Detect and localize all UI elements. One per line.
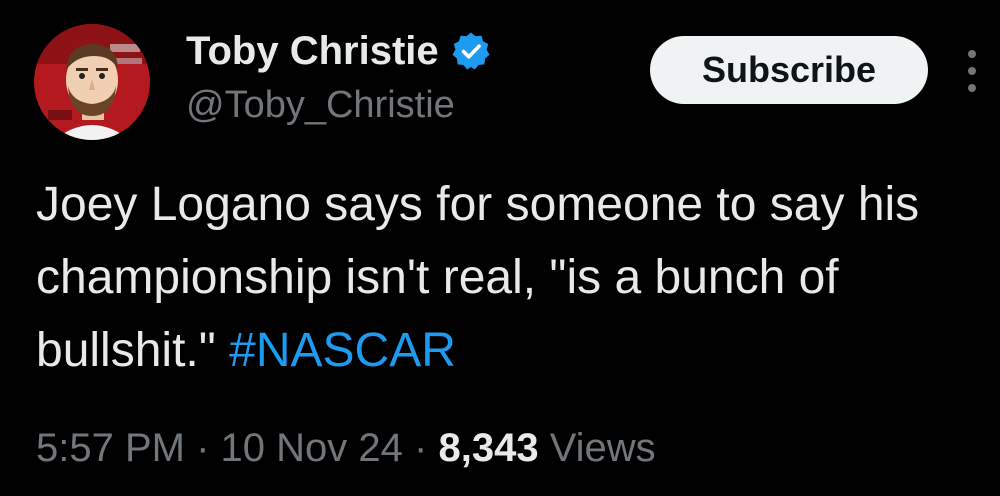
avatar[interactable] bbox=[34, 24, 150, 140]
more-dot bbox=[968, 84, 976, 92]
more-dot bbox=[968, 50, 976, 58]
tweet-body: Joey Logano says for someone to say his … bbox=[36, 178, 920, 377]
tweet-meta: 5:57 PM · 10 Nov 24 · 8,343 Views bbox=[36, 422, 656, 474]
meta-separator: · bbox=[196, 426, 210, 470]
views-count: 8,343 bbox=[438, 426, 539, 470]
more-dot bbox=[968, 67, 976, 75]
meta-separator: · bbox=[414, 426, 428, 470]
hashtag-link[interactable]: #NASCAR bbox=[229, 324, 456, 377]
tweet-date[interactable]: 10 Nov 24 bbox=[221, 426, 403, 470]
tweet-time[interactable]: 5:57 PM bbox=[36, 426, 185, 470]
avatar-illustration bbox=[34, 24, 150, 140]
more-vertical-icon[interactable] bbox=[958, 46, 986, 96]
subscribe-button[interactable]: Subscribe bbox=[650, 36, 928, 104]
verified-check-icon[interactable] bbox=[451, 31, 491, 71]
author-display-name[interactable]: Toby Christie bbox=[186, 29, 439, 74]
tweet-card: Toby Christie @Toby_Christie Subscribe J… bbox=[0, 0, 1000, 496]
views-label: Views bbox=[549, 426, 656, 470]
tweet-text: Joey Logano says for someone to say his … bbox=[36, 168, 976, 387]
author-name-row: Toby Christie bbox=[186, 26, 491, 76]
author-handle[interactable]: @Toby_Christie bbox=[186, 84, 455, 127]
